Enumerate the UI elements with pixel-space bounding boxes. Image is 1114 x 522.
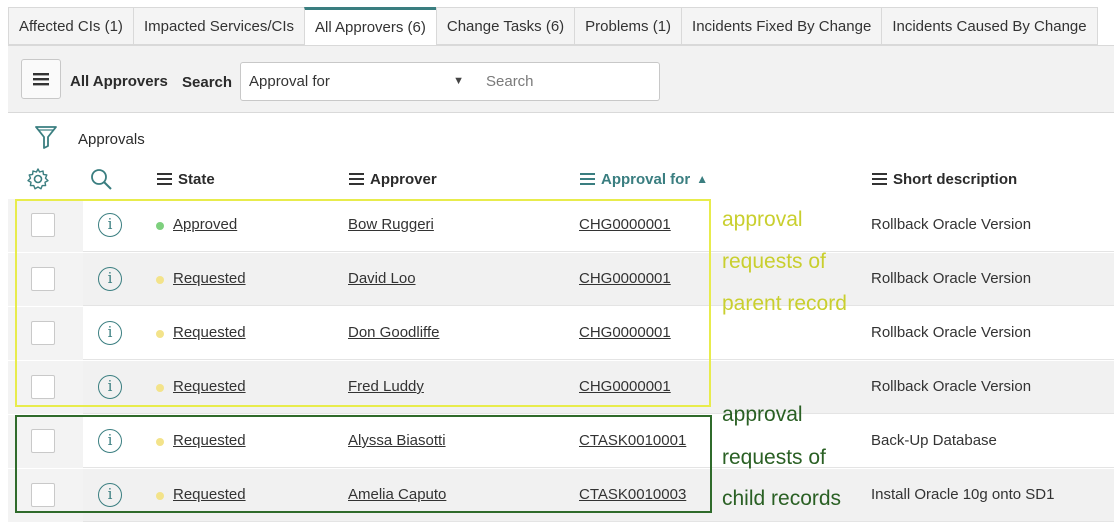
annotation-parent-line1: approval xyxy=(722,208,803,231)
tab-change-tasks[interactable]: Change Tasks (6) xyxy=(435,7,575,45)
tab-incidents-fixed[interactable]: Incidents Fixed By Change xyxy=(681,7,882,45)
related-list-tabs: Affected CIs (1) Impacted Services/CIs A… xyxy=(8,7,1098,46)
tab-impacted-services[interactable]: Impacted Services/CIs xyxy=(132,7,304,45)
short-description: Rollback Oracle Version xyxy=(871,378,1032,395)
short-description: Rollback Oracle Version xyxy=(871,270,1032,287)
column-label-state: State xyxy=(178,170,215,188)
gear-icon[interactable] xyxy=(26,167,50,196)
column-header-approver[interactable]: Approver xyxy=(349,168,437,190)
short-description: Rollback Oracle Version xyxy=(871,324,1032,341)
column-menu-icon xyxy=(872,173,887,185)
tab-incidents-caused[interactable]: Incidents Caused By Change xyxy=(881,7,1098,45)
annotation-child-line1: approval xyxy=(722,403,803,426)
column-label-short-description: Short description xyxy=(893,170,1018,188)
sort-ascending-icon: ▲ xyxy=(696,172,709,186)
search-label: Search xyxy=(182,74,233,91)
short-description: Back-Up Database xyxy=(871,432,997,449)
column-header-approval-for[interactable]: Approval for ▲ xyxy=(580,168,708,190)
annotation-child-line3: child records xyxy=(722,487,842,510)
column-menu-icon xyxy=(157,173,172,185)
funnel-icon[interactable] xyxy=(34,124,58,155)
list-toolbar: All Approvers Search Approval for ▼ Sear… xyxy=(8,45,1114,113)
tab-problems[interactable]: Problems (1) xyxy=(574,7,682,45)
short-description: Rollback Oracle Version xyxy=(871,216,1032,233)
list-title: All Approvers xyxy=(70,73,168,90)
list-menu-button[interactable] xyxy=(21,59,61,99)
column-header-state[interactable]: State xyxy=(157,168,215,190)
tab-all-approvers[interactable]: All Approvers (6) xyxy=(304,7,436,46)
column-header-short-description[interactable]: Short description xyxy=(872,168,1017,190)
hamburger-icon xyxy=(33,73,49,86)
column-label-approval-for: Approval for xyxy=(601,170,691,188)
search-field-value: Approval for xyxy=(249,73,330,90)
child-records-highlight xyxy=(15,415,712,513)
search-input[interactable]: Search xyxy=(474,62,660,101)
search-icon[interactable] xyxy=(89,167,113,196)
annotation-parent-line3: parent record xyxy=(722,292,847,315)
short-description: Install Oracle 10g onto SD1 xyxy=(871,486,1055,503)
parent-records-highlight xyxy=(15,199,711,407)
annotation-child-line2: requests of xyxy=(722,446,826,469)
tab-affected-cis[interactable]: Affected CIs (1) xyxy=(8,7,133,45)
column-label-approver: Approver xyxy=(370,170,437,188)
caret-down-icon: ▼ xyxy=(453,75,464,87)
annotation-parent-line2: requests of xyxy=(722,250,826,273)
search-field-select[interactable]: Approval for ▼ xyxy=(240,62,475,101)
column-menu-icon xyxy=(349,173,364,185)
filter-breadcrumb[interactable]: Approvals xyxy=(78,131,145,148)
column-menu-icon xyxy=(580,173,595,185)
